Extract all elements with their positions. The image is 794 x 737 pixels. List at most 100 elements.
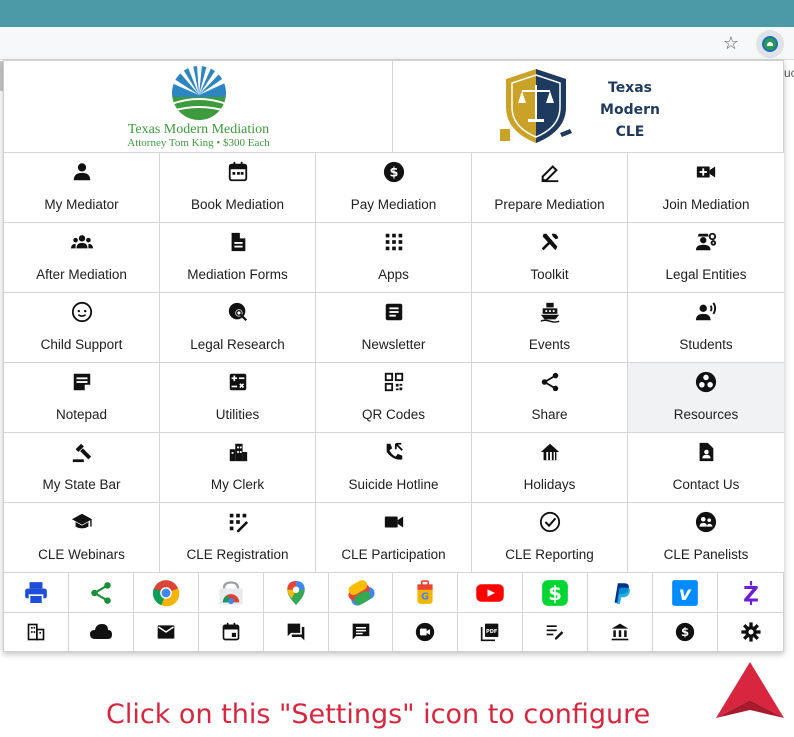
menu-item-holidays[interactable]: Holidays (472, 433, 628, 503)
calendar-icon (160, 159, 315, 185)
menu-item-legal-entities[interactable]: Legal Entities (628, 223, 784, 293)
workspaces-icon (628, 369, 784, 395)
menu-item-my-state-bar[interactable]: My State Bar (4, 433, 160, 503)
google-pay-shortcut[interactable] (329, 573, 394, 612)
menu-item-cle-webinars[interactable]: CLE Webinars (4, 503, 160, 573)
gavel-icon (4, 439, 159, 465)
globe-search-icon (160, 299, 315, 325)
menu-item-apps[interactable]: Apps (316, 223, 472, 293)
child-face-icon (4, 299, 159, 325)
event-shortcut[interactable] (199, 613, 264, 651)
utility-shortcuts-row: PDF $ (4, 613, 783, 651)
menu-item-share[interactable]: Share (472, 363, 628, 433)
share-green-shortcut[interactable] (69, 573, 134, 612)
menu-item-label: QR Codes (361, 407, 426, 422)
menu-item-book-mediation[interactable]: Book Mediation (160, 153, 316, 223)
video-add-icon (628, 159, 784, 185)
google-trips-shortcut[interactable]: G (393, 573, 459, 612)
youtube-shortcut[interactable] (458, 573, 524, 612)
browser-title-bar (0, 0, 794, 27)
paypal-icon (607, 580, 633, 606)
menu-grid: My Mediator Book Mediation $ Pay Mediation P… (4, 153, 784, 573)
bookmark-star-icon[interactable]: ☆ (720, 32, 742, 54)
svg-text:G: G (421, 591, 429, 602)
pdf-shortcut[interactable]: PDF (458, 613, 524, 651)
house-siding-icon (472, 439, 627, 465)
menu-item-toolkit[interactable]: Toolkit (472, 223, 628, 293)
menu-item-events[interactable]: Events (472, 293, 628, 363)
menu-item-label: Apps (378, 267, 409, 282)
menu-item-cle-panelists[interactable]: CLE Panelists (628, 503, 784, 573)
mail-shortcut[interactable] (134, 613, 199, 651)
zelle-shortcut[interactable]: Z (718, 573, 783, 612)
cash-app-icon: $ (541, 579, 569, 607)
engineering-icon (628, 229, 784, 255)
menu-item-qr-codes[interactable]: QR Codes (316, 363, 472, 433)
menu-item-students[interactable]: Students (628, 293, 784, 363)
menu-item-contact-us[interactable]: Contact Us (628, 433, 784, 503)
menu-item-label: After Mediation (36, 267, 127, 282)
chrome-web-store-shortcut[interactable] (199, 573, 264, 612)
extension-button[interactable] (756, 30, 784, 58)
chrome-shortcut[interactable] (134, 573, 199, 612)
cle-brand-line3: CLE (615, 124, 645, 140)
menu-item-suicide-hotline[interactable]: Suicide Hotline (316, 433, 472, 503)
cruise-ship-icon (472, 299, 627, 325)
menu-item-after-mediation[interactable]: After Mediation (4, 223, 160, 293)
bank-shortcut[interactable] (588, 613, 654, 651)
dollar-shortcut[interactable]: $ (653, 613, 719, 651)
menu-item-prepare-mediation[interactable]: Prepare Mediation (472, 153, 628, 223)
menu-item-label: Share (531, 407, 568, 422)
group-icon (4, 229, 159, 255)
graduation-cap-icon (4, 509, 159, 535)
check-circle-icon (472, 509, 627, 535)
calculator-icon (160, 369, 315, 395)
venmo-shortcut[interactable]: v (653, 573, 719, 612)
cloud-shortcut[interactable] (69, 613, 134, 651)
menu-item-resources[interactable]: Resources (628, 363, 784, 433)
cle-logo-panel[interactable]: Texas Modern CLE (394, 61, 783, 153)
menu-item-my-mediator[interactable]: My Mediator (4, 153, 160, 223)
mediation-logo-panel[interactable]: Texas Modern Mediation Attorney Tom King… (4, 61, 393, 153)
mail-icon (156, 622, 176, 642)
video-chat-shortcut[interactable] (393, 613, 459, 651)
chrome-web-store-icon (217, 579, 245, 607)
person-icon (4, 159, 159, 185)
chat-shortcut[interactable] (329, 613, 394, 651)
zelle-icon: Z (738, 580, 764, 606)
venmo-icon: v (671, 579, 699, 607)
menu-item-utilities[interactable]: Utilities (160, 363, 316, 433)
menu-item-my-clerk[interactable]: My Clerk (160, 433, 316, 503)
settings-shortcut[interactable] (718, 613, 783, 651)
forum-shortcut[interactable] (264, 613, 329, 651)
menu-item-cle-participation[interactable]: CLE Participation (316, 503, 472, 573)
menu-item-mediation-forms[interactable]: Mediation Forms (160, 223, 316, 293)
menu-item-label: Pay Mediation (350, 197, 437, 212)
edit-note-shortcut[interactable] (523, 613, 589, 651)
menu-item-pay-mediation[interactable]: $ Pay Mediation (316, 153, 472, 223)
pen-edit-icon (472, 159, 627, 185)
menu-item-cle-registration[interactable]: CLE Registration (160, 503, 316, 573)
menu-item-newsletter[interactable]: Newsletter (316, 293, 472, 363)
paypal-shortcut[interactable] (588, 573, 654, 612)
menu-item-legal-research[interactable]: Legal Research (160, 293, 316, 363)
qr-code-icon (316, 369, 471, 395)
chrome-icon (152, 579, 180, 607)
apps-grid-icon (316, 229, 471, 255)
menu-item-child-support[interactable]: Child Support (4, 293, 160, 363)
menu-item-label: Utilities (215, 407, 260, 422)
menu-item-join-mediation[interactable]: Join Mediation (628, 153, 784, 223)
forum-icon (286, 622, 306, 642)
tools-icon (472, 229, 627, 255)
domain-icon (26, 622, 46, 642)
cash-app-shortcut[interactable]: $ (523, 573, 589, 612)
menu-item-label: Events (528, 337, 571, 352)
domain-shortcut[interactable] (4, 613, 69, 651)
google-maps-shortcut[interactable] (264, 573, 329, 612)
share-icon (472, 369, 627, 395)
menu-item-notepad[interactable]: Notepad (4, 363, 160, 433)
printer-shortcut[interactable] (4, 573, 69, 612)
cloud-icon (89, 620, 113, 644)
menu-item-label: Legal Entities (665, 267, 747, 282)
menu-item-cle-reporting[interactable]: CLE Reporting (472, 503, 628, 573)
